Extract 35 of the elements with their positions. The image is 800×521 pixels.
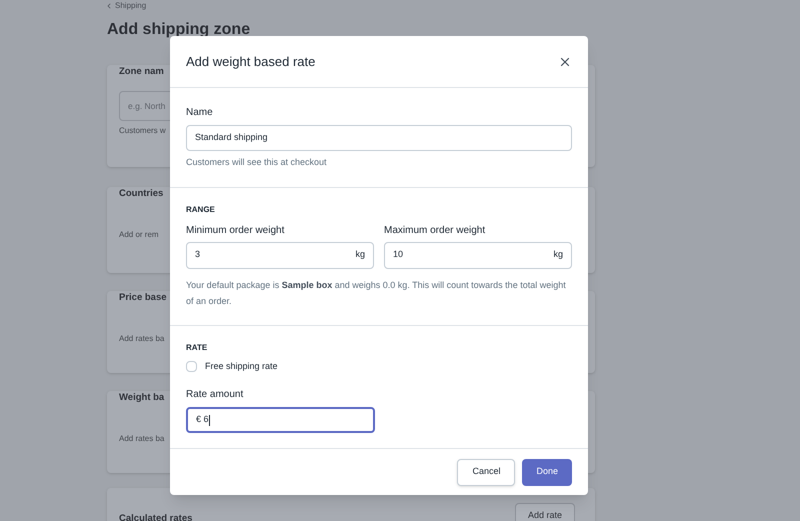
input-value: 3	[195, 248, 200, 262]
input-value: 10	[393, 248, 404, 262]
name-input-field[interactable]: Standard shipping	[186, 125, 572, 151]
rate-amount-field[interactable]: € 6	[186, 407, 375, 433]
card-title: Zone nam	[119, 65, 164, 79]
checkbox[interactable]	[186, 360, 197, 372]
weight-input-field[interactable]: 3 kg	[186, 242, 374, 268]
page-title: Add shipping zone	[107, 20, 250, 40]
card-title: Countries	[119, 187, 164, 201]
card-title: Price base	[119, 291, 167, 305]
field-label: Name	[186, 106, 214, 120]
add-rate-button[interactable]: Add rate	[514, 503, 575, 521]
card-title: Weight ba	[119, 391, 164, 405]
unit-label: kg	[553, 248, 563, 262]
package-note: Your default package is Sample box and weighs 0.0 kg. This will count towards the total weight of an order.	[186, 278, 567, 308]
checkbox-label: Free shipping rate	[205, 360, 278, 373]
section-heading: RATE	[186, 342, 208, 354]
input-value: € 6	[196, 413, 209, 426]
weight-input-field[interactable]: 10 kg	[384, 242, 572, 268]
done-button[interactable]: Done	[522, 458, 572, 486]
card-text: Add rates ba	[119, 333, 164, 346]
field-label: Minimum order weight	[186, 224, 286, 238]
cancel-button[interactable]: Cancel	[457, 458, 516, 486]
card-title: Calculated rates	[119, 512, 192, 521]
field-label: Rate amount	[186, 388, 244, 402]
card-text: Add rates ba	[119, 433, 164, 446]
chevron-left-icon	[105, 2, 113, 10]
field-label: Maximum order weight	[384, 224, 486, 238]
help-text: Customers will see this at checkout	[186, 156, 328, 169]
help-text: Customers w	[119, 125, 166, 138]
section-heading: RANGE	[186, 204, 216, 216]
text-cursor-icon	[208, 414, 210, 426]
unit-label: kg	[355, 248, 365, 262]
modal-title: Add weight based rate	[186, 52, 316, 71]
card-text: Add or rem	[119, 229, 159, 242]
